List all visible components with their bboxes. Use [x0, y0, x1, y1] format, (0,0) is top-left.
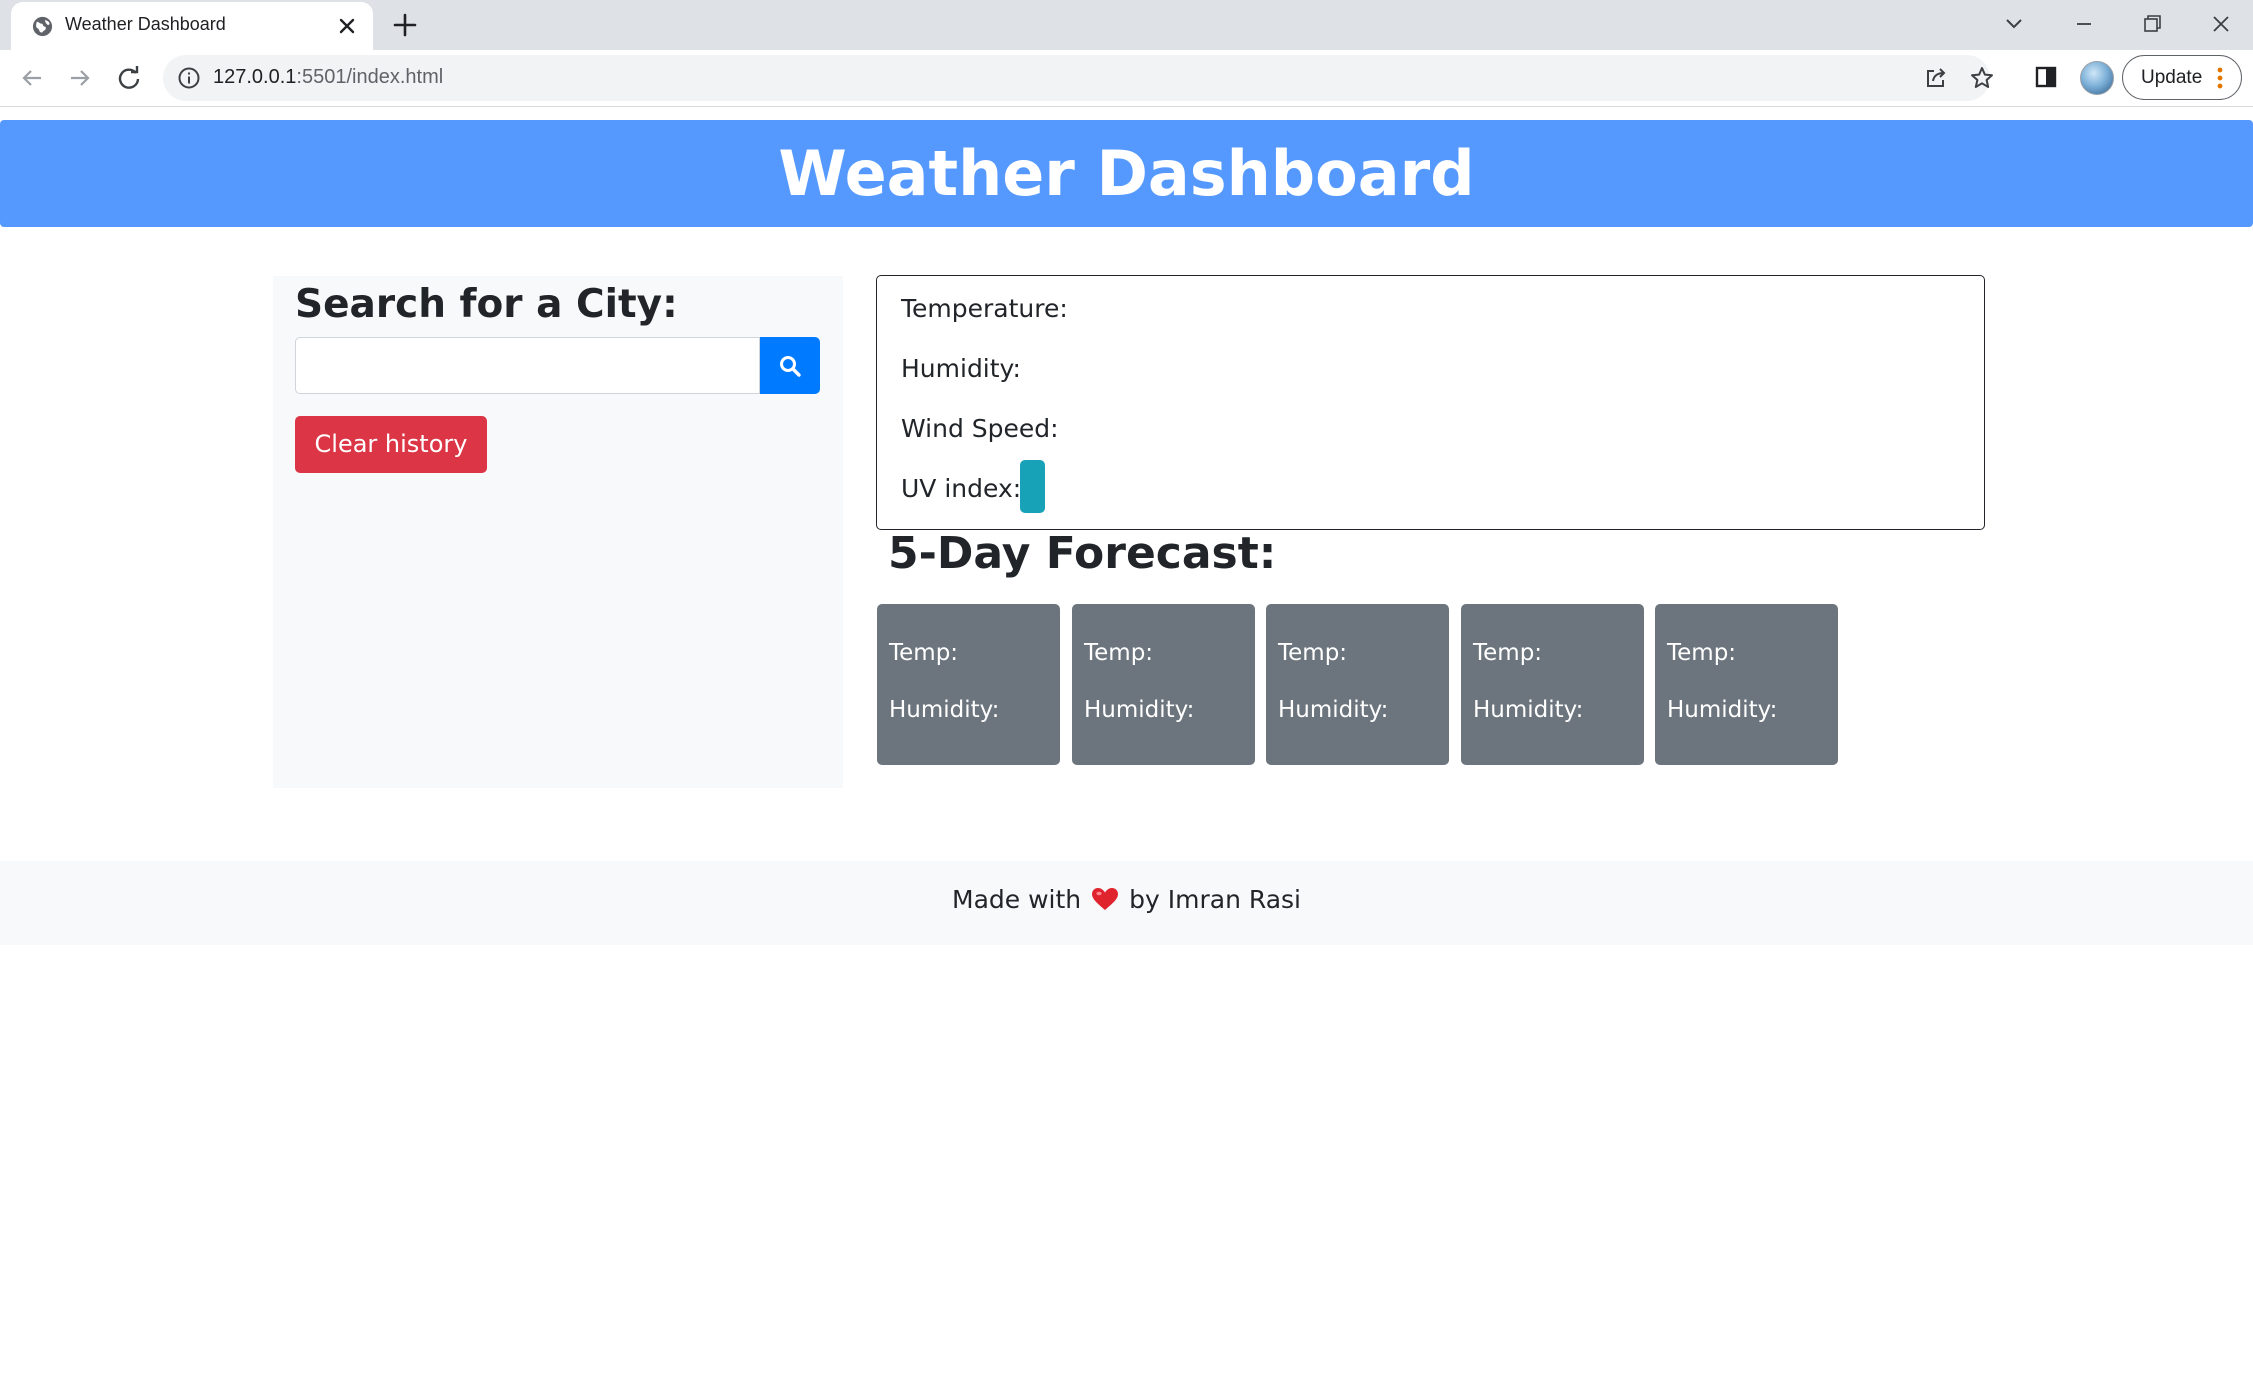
forecast-temp: Temp:: [1473, 640, 1543, 666]
page-footer: Made with by Imran Rasi: [0, 861, 2253, 945]
footer-text-after: by Imran Rasi: [1129, 885, 1301, 914]
reload-icon[interactable]: [114, 63, 144, 93]
minimize-icon[interactable]: [2069, 9, 2099, 39]
info-icon[interactable]: [177, 66, 201, 90]
temperature-label: Temperature:: [901, 294, 1068, 323]
update-label: Update: [2141, 67, 2203, 88]
search-heading: Search for a City:: [295, 282, 678, 327]
page-viewport: Weather Dashboard Search for a City: Cle…: [0, 108, 2253, 1399]
search-icon: [780, 356, 801, 377]
chevron-down-icon[interactable]: [1999, 9, 2029, 39]
uv-index-label: UV index:: [901, 474, 1022, 503]
heart-icon: [1092, 888, 1119, 910]
forecast-temp: Temp:: [889, 640, 959, 666]
forecast-humidity: Humidity:: [1084, 697, 1195, 723]
tab-title: Weather Dashboard: [65, 14, 226, 34]
profile-avatar[interactable]: [2080, 61, 2114, 95]
browser-tab[interactable]: Weather Dashboard: [11, 2, 373, 50]
forecast-humidity: Humidity:: [889, 697, 1000, 723]
restore-icon[interactable]: [2137, 9, 2167, 39]
forecast-card: Temp: Humidity:: [1072, 604, 1255, 765]
forecast-card: Temp: Humidity:: [877, 604, 1060, 765]
window-close-icon[interactable]: [2206, 9, 2236, 39]
forward-arrow-icon[interactable]: [65, 63, 95, 93]
browser-tabstrip: Weather Dashboard: [0, 0, 2253, 50]
forecast-humidity: Humidity:: [1278, 697, 1389, 723]
browser-toolbar: 127.0.0.1:5501/index.html Update: [0, 50, 2253, 107]
forecast-humidity: Humidity:: [1667, 697, 1778, 723]
close-icon[interactable]: [335, 14, 359, 38]
forecast-card: Temp: Humidity:: [1655, 604, 1838, 765]
star-icon[interactable]: [1969, 65, 1995, 91]
forecast-title: 5-Day Forecast:: [888, 528, 1277, 579]
side-panel-icon[interactable]: [2031, 62, 2061, 92]
forecast-card: Temp: Humidity:: [1266, 604, 1449, 765]
back-arrow-icon[interactable]: [17, 63, 47, 93]
address-bar[interactable]: 127.0.0.1:5501/index.html: [163, 55, 1993, 101]
wind-speed-label: Wind Speed:: [901, 414, 1059, 443]
forecast-humidity: Humidity:: [1473, 697, 1584, 723]
city-search-input[interactable]: [295, 337, 760, 394]
clear-history-button[interactable]: Clear history: [295, 416, 487, 473]
kebab-menu-icon[interactable]: [2216, 66, 2224, 90]
search-button[interactable]: [760, 337, 820, 394]
url-host: 127.0.0.1: [213, 66, 297, 88]
search-sidebar: Search for a City: Clear history: [273, 276, 843, 788]
update-button[interactable]: Update: [2122, 55, 2242, 100]
current-weather-panel: Temperature: Humidity: Wind Speed: UV in…: [876, 275, 1985, 530]
clear-history-label: Clear history: [314, 430, 468, 458]
forecast-temp: Temp:: [1084, 640, 1154, 666]
footer-text-before: Made with: [952, 885, 1082, 914]
page-title: Weather Dashboard: [778, 137, 1475, 210]
forecast-temp: Temp:: [1667, 640, 1737, 666]
plus-icon[interactable]: [391, 11, 419, 39]
share-icon[interactable]: [1923, 65, 1949, 91]
forecast-temp: Temp:: [1278, 640, 1348, 666]
page-header: Weather Dashboard: [0, 120, 2253, 227]
uv-index-badge: [1020, 460, 1045, 513]
globe-icon: [32, 16, 53, 37]
url-text[interactable]: 127.0.0.1:5501/index.html: [213, 66, 443, 89]
footer-credit: Made with by Imran Rasi: [0, 885, 2253, 914]
humidity-label: Humidity:: [901, 354, 1021, 383]
forecast-card: Temp: Humidity:: [1461, 604, 1644, 765]
url-path: :5501/index.html: [296, 66, 444, 88]
